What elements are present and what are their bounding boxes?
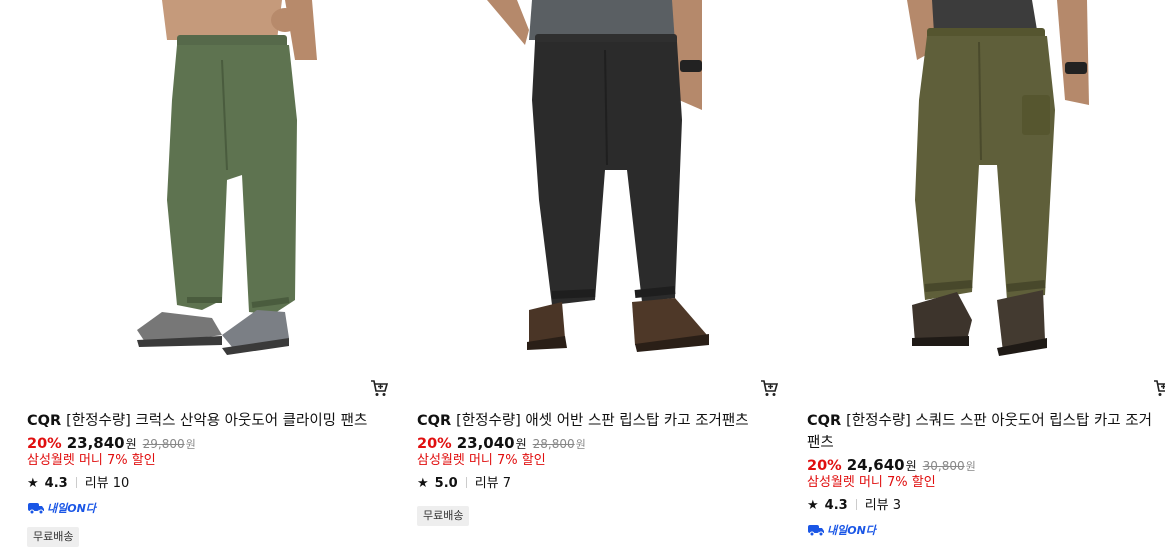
delivery-badge: 내일ON다	[807, 522, 876, 538]
rating-row: ★ 4.3 리뷰 3	[807, 497, 901, 515]
divider	[855, 499, 857, 510]
price-row: 20% 23,040원 28,800원	[417, 433, 586, 453]
rating-value: 4.3	[44, 476, 68, 491]
review-count: 리뷰 10	[84, 476, 130, 491]
review-count: 리뷰 3	[864, 498, 902, 513]
delivery-badge: 내일ON다	[27, 500, 96, 516]
free-shipping-badge: 무료배송	[27, 527, 80, 547]
product-card[interactable]: CQR [한정수량] 스쿼드 스판 아웃도어 립스탑 카고 조거 팬츠 20% 24…	[807, 0, 1165, 551]
brand-name: CQR	[27, 413, 62, 429]
star-icon: ★	[27, 476, 39, 491]
discount-rate: 20%	[417, 436, 452, 452]
product-image[interactable]	[417, 0, 787, 370]
cart-icon[interactable]	[369, 378, 389, 398]
delivery-badge-text: 내일ON다	[47, 502, 96, 515]
promo-text: 삼성월렛 머니 7% 할인	[27, 453, 156, 468]
currency: 원	[905, 459, 917, 473]
delivery-truck-icon	[808, 525, 824, 537]
price-row: 20% 23,840원 29,800원	[27, 433, 196, 453]
divider	[465, 477, 467, 488]
product-name: [한정수량] 크럭스 산악용 아웃도어 클라이밍 팬츠	[66, 413, 368, 429]
sale-price: 23,040	[456, 434, 515, 452]
product-title[interactable]: CQR [한정수량] 애셋 어반 스판 립스탑 카고 조거팬츠	[417, 410, 773, 432]
product-name: [한정수량] 스쿼드 스판 아웃도어 립스탑 카고 조거 팬츠	[807, 413, 1152, 451]
delivery-truck-icon	[28, 503, 44, 515]
currency: 원	[965, 460, 976, 473]
product-name: [한정수량] 애셋 어반 스판 립스탑 카고 조거팬츠	[456, 413, 749, 429]
currency: 원	[575, 438, 586, 451]
free-shipping-badge: 무료배송	[417, 506, 470, 526]
cart-icon[interactable]	[1152, 378, 1165, 398]
rating-value: 4.3	[824, 498, 848, 513]
sale-price: 23,840	[66, 434, 125, 452]
original-price: 28,800	[532, 437, 575, 451]
product-image[interactable]	[807, 0, 1165, 370]
star-icon: ★	[417, 476, 429, 491]
promo-text: 삼성월렛 머니 7% 할인	[807, 475, 936, 490]
product-title[interactable]: CQR [한정수량] 스쿼드 스판 아웃도어 립스탑 카고 조거 팬츠	[807, 410, 1163, 454]
price-row: 20% 24,640원 30,800원	[807, 455, 976, 475]
delivery-badge-text: 내일ON다	[827, 524, 876, 537]
sale-price: 24,640	[846, 456, 905, 474]
brand-name: CQR	[807, 413, 842, 429]
product-title[interactable]: CQR [한정수량] 크럭스 산악용 아웃도어 클라이밍 팬츠	[27, 410, 383, 432]
rating-row: ★ 5.0 리뷰 7	[417, 475, 511, 493]
discount-rate: 20%	[27, 436, 62, 452]
star-icon: ★	[807, 498, 819, 513]
product-image[interactable]	[27, 0, 397, 370]
product-card[interactable]: CQR [한정수량] 애셋 어반 스판 립스탑 카고 조거팬츠 20% 23,040…	[417, 0, 787, 551]
brand-name: CQR	[417, 413, 452, 429]
currency: 원	[185, 438, 196, 451]
divider	[75, 477, 77, 488]
rating-row: ★ 4.3 리뷰 10	[27, 475, 129, 493]
original-price: 30,800	[922, 459, 965, 473]
cart-icon[interactable]	[759, 378, 779, 398]
promo-text: 삼성월렛 머니 7% 할인	[417, 453, 546, 468]
original-price: 29,800	[142, 437, 185, 451]
discount-rate: 20%	[807, 458, 842, 474]
product-card[interactable]: CQR [한정수량] 크럭스 산악용 아웃도어 클라이밍 팬츠 20% 23,840…	[27, 0, 397, 551]
currency: 원	[515, 437, 527, 451]
currency: 원	[125, 437, 137, 451]
rating-value: 5.0	[434, 476, 458, 491]
review-count: 리뷰 7	[474, 476, 512, 491]
